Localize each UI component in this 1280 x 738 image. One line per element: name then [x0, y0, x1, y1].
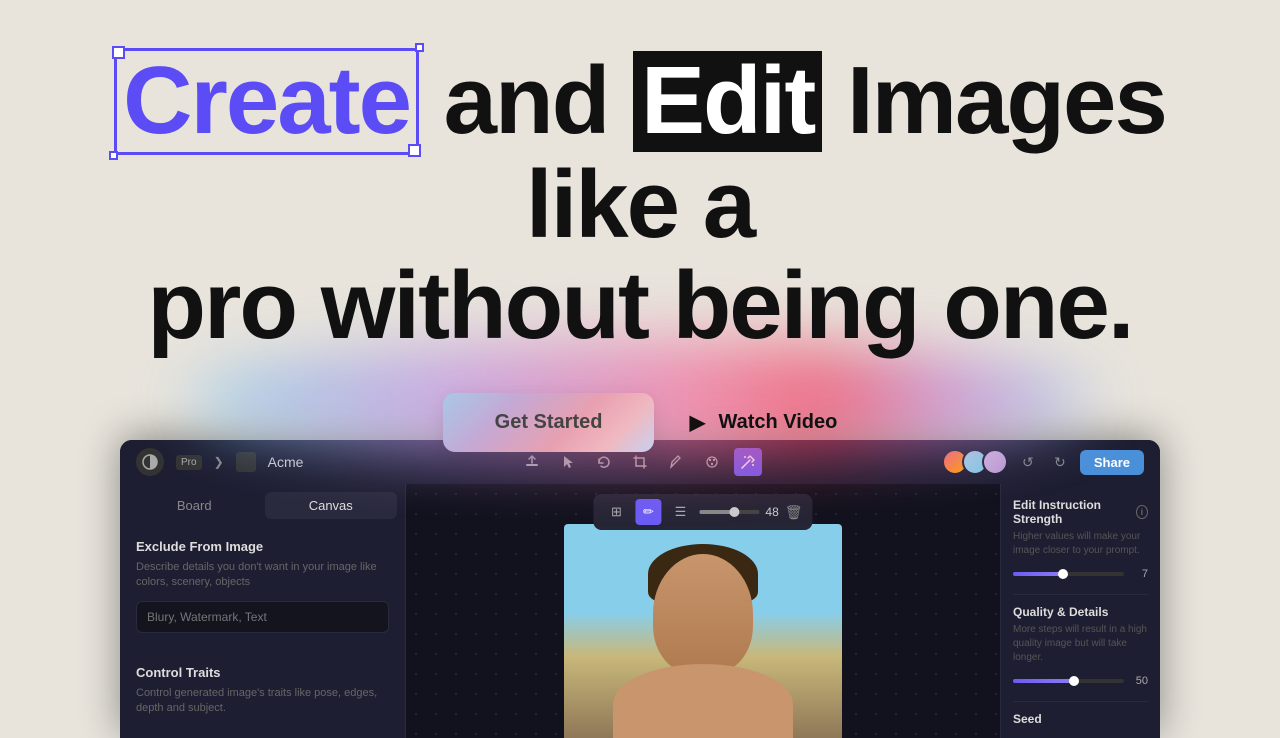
info-icon[interactable]: i — [1136, 505, 1148, 519]
portrait-shoulder — [613, 664, 793, 738]
project-name: Acme — [268, 454, 304, 470]
exclude-desc: Describe details you don't want in your … — [136, 560, 389, 591]
right-panel: Edit Instruction Strength i Higher value… — [1000, 484, 1160, 738]
app-logo — [136, 448, 164, 476]
quality-desc: More steps will result in a high quality… — [1013, 623, 1148, 665]
portrait-visual — [564, 524, 842, 738]
control-title: Control Traits — [136, 665, 389, 680]
headline-create: Create — [114, 48, 419, 155]
app-content: Board Canvas Exclude From Image Describe… — [120, 484, 1160, 738]
cta-row: Get Started ▶ Watch Video — [443, 393, 838, 452]
play-icon: ▶ — [686, 411, 708, 433]
edit-strength-value: 7 — [1130, 568, 1148, 580]
canvas-mini-toolbar: ⊞ ✏ ☰ 48 🗑 — [593, 494, 812, 530]
edit-strength-slider[interactable] — [1013, 572, 1124, 576]
exclude-title: Exclude From Image — [136, 539, 389, 554]
mini-grid-icon[interactable]: ⊞ — [603, 499, 629, 525]
redo-icon[interactable]: ↻ — [1048, 454, 1072, 471]
left-sidebar: Board Canvas Exclude From Image Describe… — [120, 484, 406, 738]
mini-lines-icon[interactable]: ☰ — [667, 499, 693, 525]
canvas-image — [564, 524, 842, 738]
app-screenshot: Pro ❯ Acme — [120, 440, 1160, 738]
chevron-down-icon: ❯ — [214, 455, 224, 469]
tab-board[interactable]: Board — [128, 492, 261, 519]
toolbar-right: ↺ ↻ Share — [942, 449, 1144, 475]
headline-line2: pro without being one. — [147, 252, 1132, 359]
panel-divider-2 — [1013, 701, 1148, 702]
mini-slider[interactable] — [699, 510, 759, 514]
tab-canvas[interactable]: Canvas — [265, 492, 398, 519]
exclude-section: Exclude From Image Describe details you … — [120, 527, 405, 645]
edit-strength-desc: Higher values will make your image close… — [1013, 530, 1148, 558]
avatar-3 — [982, 449, 1008, 475]
mini-brush-icon[interactable]: ✏ — [635, 499, 661, 525]
headline-edit: Edit — [633, 51, 822, 152]
quality-value: 50 — [1130, 675, 1148, 687]
mini-value: 48 — [765, 505, 778, 519]
control-desc: Control generated image's traits like po… — [136, 686, 389, 717]
quality-slider[interactable] — [1013, 679, 1124, 683]
panel-divider-1 — [1013, 594, 1148, 595]
edit-strength-slider-row: 7 — [1013, 568, 1148, 580]
watch-video-button[interactable]: ▶ Watch Video — [686, 411, 837, 434]
share-button[interactable]: Share — [1080, 450, 1144, 475]
quality-title: Quality & Details — [1013, 605, 1148, 619]
get-started-button[interactable]: Get Started — [443, 393, 655, 452]
portrait-face — [653, 554, 753, 674]
control-section: Control Traits Control generated image's… — [120, 653, 405, 738]
quality-slider-row: 50 — [1013, 675, 1148, 687]
pro-badge: Pro — [176, 455, 202, 470]
edit-strength-title: Edit Instruction Strength i — [1013, 498, 1148, 526]
headline-and: and — [419, 47, 633, 154]
hero-section: Create and Edit Images like a pro withou… — [0, 0, 1280, 460]
canvas-area: ⊞ ✏ ☰ 48 🗑 — [406, 484, 1000, 738]
seed-label: Seed — [1013, 712, 1148, 726]
undo-icon[interactable]: ↺ — [1016, 454, 1040, 471]
mini-delete-icon[interactable]: 🗑 — [785, 504, 803, 521]
headline: Create and Edit Images like a pro withou… — [40, 48, 1240, 356]
sidebar-tabs: Board Canvas — [120, 484, 405, 527]
exclude-input[interactable] — [136, 601, 389, 633]
watch-video-label: Watch Video — [718, 411, 837, 434]
document-icon — [236, 452, 256, 472]
avatar-group — [942, 449, 1008, 475]
